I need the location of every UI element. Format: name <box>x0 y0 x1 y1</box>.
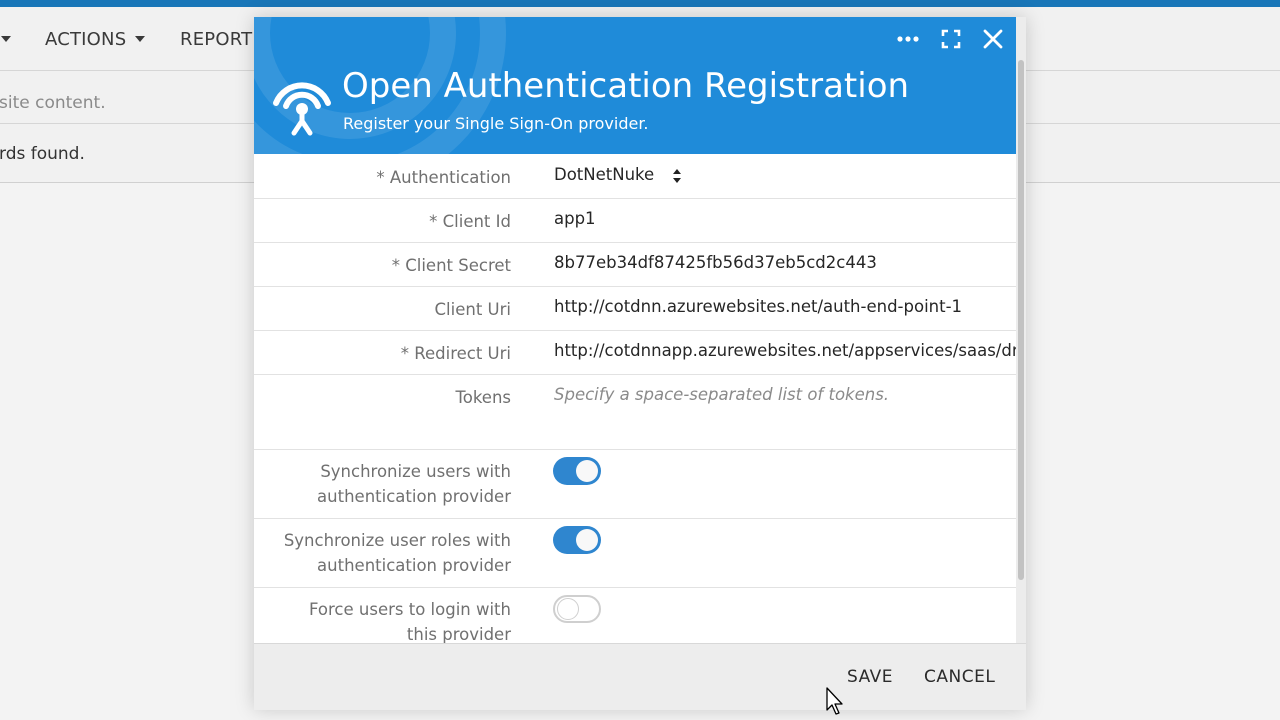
expand-icon <box>941 29 961 49</box>
client-secret-label: * Client Secret <box>391 256 511 275</box>
chevron-down-icon <box>135 35 146 42</box>
sync-roles-label-line1: Synchronize user roles with <box>283 531 511 550</box>
client-secret-row: * Client Secret 8b77eb34df87425fb56d37eb… <box>254 243 1016 287</box>
client-id-row: * Client Id app1 <box>254 199 1016 243</box>
sync-roles-label: Synchronize user roles with authenticati… <box>284 528 511 578</box>
close-button[interactable] <box>977 25 1009 53</box>
dialog-scrollbar[interactable] <box>1016 17 1026 643</box>
client-secret-input[interactable]: 8b77eb34df87425fb56d37eb5cd2c443 <box>554 253 877 272</box>
sort-arrows-icon <box>673 168 682 183</box>
dialog-footer: SAVE CANCEL <box>254 643 1026 710</box>
client-uri-row: Client Uri http://cotdnn.azurewebsites.n… <box>254 287 1016 331</box>
background-info-text: site content. <box>0 93 106 113</box>
tokens-textarea[interactable]: Specify a space-separated list of tokens… <box>554 385 889 404</box>
close-icon <box>983 29 1003 49</box>
save-button[interactable]: SAVE <box>847 667 893 687</box>
client-id-label: * Client Id <box>429 212 511 231</box>
more-options-button[interactable] <box>892 25 924 53</box>
authentication-select[interactable]: DotNetNuke <box>554 165 682 184</box>
tokens-row: Tokens Specify a space-separated list of… <box>254 375 1016 450</box>
force-login-label: Force users to login with this provider <box>309 597 511 643</box>
maximize-button[interactable] <box>935 25 967 53</box>
sync-users-label-line2: authentication provider <box>317 487 511 506</box>
actions-menu-label: ACTIONS <box>45 29 127 50</box>
reports-menu[interactable]: REPORT <box>180 29 252 50</box>
dialog-subtitle: Register your Single Sign-On provider. <box>343 114 649 133</box>
registration-form: * Authentication DotNetNuke * Client Id … <box>254 154 1016 643</box>
background-results-text: rds found. <box>0 144 85 164</box>
authentication-label: * Authentication <box>376 168 511 187</box>
sync-roles-label-line2: authentication provider <box>317 556 511 575</box>
top-accent-bar <box>0 0 1280 7</box>
dialog-title: Open Authentication Registration <box>342 66 910 106</box>
menu-dropdown-caret[interactable] <box>0 29 11 50</box>
force-login-toggle[interactable] <box>553 595 601 623</box>
tokens-label: Tokens <box>455 388 511 407</box>
sync-users-toggle[interactable] <box>553 457 601 485</box>
toggle-knob <box>557 598 579 620</box>
actions-menu[interactable]: ACTIONS <box>45 29 146 50</box>
client-uri-label: Client Uri <box>434 300 511 319</box>
cancel-button[interactable]: CANCEL <box>924 667 995 687</box>
sync-roles-toggle[interactable] <box>553 526 601 554</box>
reports-menu-label: REPORT <box>180 29 253 50</box>
client-id-input[interactable]: app1 <box>554 209 596 228</box>
toggle-knob <box>576 460 598 482</box>
sync-roles-row: Synchronize user roles with authenticati… <box>254 519 1016 588</box>
sync-users-row: Synchronize users with authentication pr… <box>254 450 1016 519</box>
toggle-knob <box>576 529 598 551</box>
mouse-pointer-icon <box>826 687 843 715</box>
force-login-label-line2: this provider <box>406 625 511 643</box>
sync-users-label: Synchronize users with authentication pr… <box>317 459 511 509</box>
authentication-value: DotNetNuke <box>554 165 655 184</box>
antenna-logo-icon <box>273 82 331 136</box>
redirect-uri-label: * Redirect Uri <box>400 344 511 363</box>
redirect-uri-row: * Redirect Uri http://cotdnnapp.azureweb… <box>254 331 1016 375</box>
chevron-down-icon <box>1 35 11 42</box>
force-login-label-line1: Force users to login with <box>309 600 511 619</box>
oauth-registration-dialog: Open Authentication Registration Registe… <box>254 17 1026 710</box>
sync-users-label-line1: Synchronize users with <box>320 462 511 481</box>
client-uri-input[interactable]: http://cotdnn.azurewebsites.net/auth-end… <box>554 297 962 316</box>
authentication-row: * Authentication DotNetNuke <box>254 154 1016 199</box>
redirect-uri-input[interactable]: http://cotdnnapp.azurewebsites.net/appse… <box>554 341 1016 360</box>
dialog-header: Open Authentication Registration Registe… <box>254 17 1016 154</box>
more-icon <box>897 36 919 42</box>
scrollbar-thumb[interactable] <box>1018 60 1024 580</box>
force-login-row: Force users to login with this provider <box>254 588 1016 643</box>
